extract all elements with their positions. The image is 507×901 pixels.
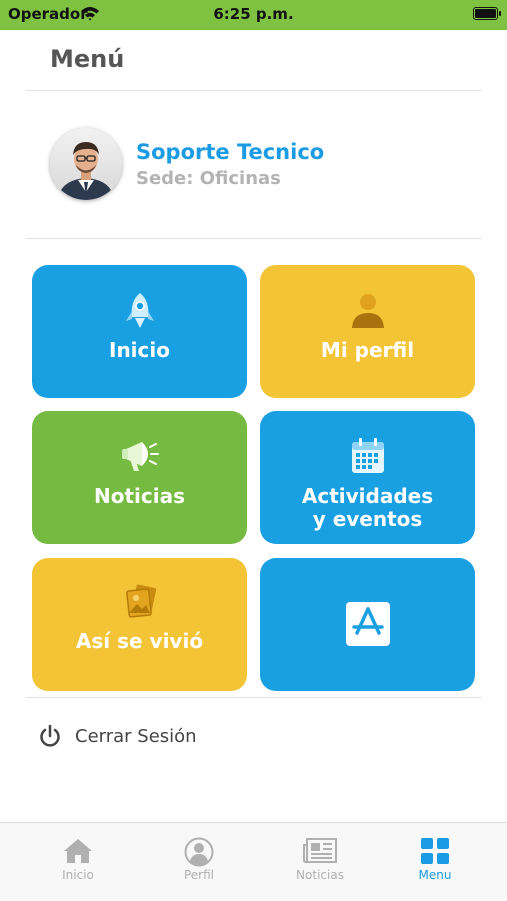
tiles-divider bbox=[26, 697, 482, 698]
header-divider bbox=[26, 90, 482, 91]
tab-inicio-label: Inicio bbox=[62, 868, 94, 882]
tile-actividades-eventos-label: Actividades y eventos bbox=[301, 484, 434, 531]
logout-label: Cerrar Sesión bbox=[75, 726, 197, 747]
calendar-icon bbox=[260, 437, 475, 479]
power-icon bbox=[38, 724, 62, 752]
avatar[interactable] bbox=[50, 128, 122, 200]
tab-menu[interactable]: Menu bbox=[395, 823, 475, 901]
tile-actividades-eventos[interactable]: Actividades y eventos bbox=[260, 411, 475, 544]
grid-icon bbox=[395, 837, 475, 869]
person-icon bbox=[260, 291, 475, 335]
newspaper-icon bbox=[280, 837, 360, 869]
app-store-icon bbox=[260, 602, 475, 650]
page-title: Menú bbox=[50, 45, 125, 73]
megaphone-icon bbox=[32, 437, 247, 479]
rocket-icon bbox=[32, 291, 247, 335]
home-icon bbox=[38, 837, 118, 869]
tab-perfil[interactable]: Perfil bbox=[159, 823, 239, 901]
profile-name: Soporte Tecnico bbox=[136, 140, 325, 164]
tile-mi-perfil-label: Mi perfil bbox=[320, 338, 415, 362]
tab-menu-label: Menu bbox=[418, 868, 452, 882]
profile-divider bbox=[26, 238, 482, 239]
tab-noticias-label: Noticias bbox=[296, 868, 344, 882]
status-bar: Operador 6:25 p.m. bbox=[0, 0, 507, 30]
profile-icon bbox=[159, 837, 239, 871]
logout-button[interactable]: Cerrar Sesión bbox=[38, 722, 238, 750]
tile-inicio-label: Inicio bbox=[109, 338, 170, 362]
status-time: 6:25 p.m. bbox=[213, 5, 294, 23]
tab-inicio[interactable]: Inicio bbox=[38, 823, 118, 901]
tile-asi-se-vivio[interactable]: Así se vivió bbox=[32, 558, 247, 691]
tile-noticias-label: Noticias bbox=[93, 484, 185, 508]
profile-sede: Sede: Oficinas bbox=[136, 168, 281, 189]
tile-inicio[interactable]: Inicio bbox=[32, 265, 247, 398]
tile-noticias[interactable]: Noticias bbox=[32, 411, 247, 544]
tab-bar: Inicio Perfil Noticias Menu bbox=[0, 822, 507, 901]
tile-asi-se-vivio-label: Así se vivió bbox=[75, 629, 204, 653]
tab-noticias[interactable]: Noticias bbox=[280, 823, 360, 901]
photos-icon bbox=[32, 582, 247, 626]
tile-app-store[interactable] bbox=[260, 558, 475, 691]
battery-icon bbox=[473, 7, 501, 20]
tile-mi-perfil[interactable]: Mi perfil bbox=[260, 265, 475, 398]
tab-perfil-label: Perfil bbox=[183, 868, 215, 882]
